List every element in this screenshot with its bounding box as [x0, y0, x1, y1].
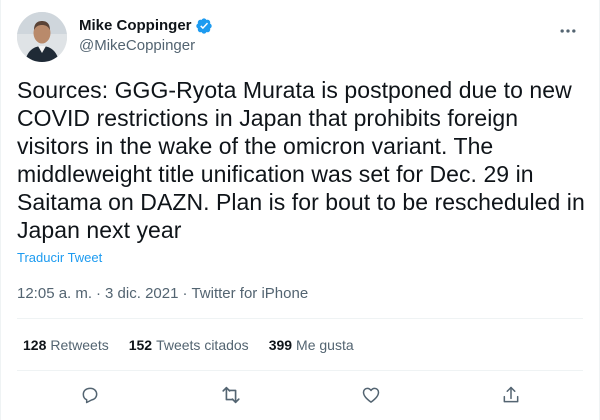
tweet-header: Mike Coppinger @MikeCoppinger [17, 12, 587, 64]
likes-stat[interactable]: 399 Me gusta [269, 335, 354, 355]
tweet-actions [1, 380, 599, 410]
tweet-meta: 12:05 a. m. · 3 dic. 2021 · Twitter for iPho… [17, 284, 308, 304]
retweets-count: 128 [23, 337, 47, 353]
likes-count: 399 [268, 337, 293, 353]
retweets-label: Retweets [50, 337, 109, 353]
meta-separator: · [182, 285, 188, 302]
divider [17, 370, 583, 371]
meta-separator: · [96, 285, 102, 302]
tweet-date[interactable]: 3 dic. 2021 [105, 285, 178, 302]
avatar[interactable] [17, 12, 67, 62]
quote-tweets-count: 152 [128, 337, 153, 353]
share-icon[interactable] [500, 384, 522, 406]
more-options-icon[interactable] [557, 20, 579, 42]
author-info: Mike Coppinger @MikeCoppinger [79, 16, 213, 56]
divider [17, 318, 583, 319]
tweet-text: Sources: GGG-Ryota Murata is postponed d… [17, 77, 585, 243]
translate-tweet-link[interactable]: Traducir Tweet [17, 250, 102, 266]
retweet-icon[interactable] [220, 384, 242, 406]
quote-tweets-stat[interactable]: 152 Tweets citados [129, 335, 249, 355]
verified-badge-icon [195, 17, 213, 35]
heart-icon[interactable] [360, 384, 382, 406]
likes-label: Me gusta [296, 337, 354, 353]
tweet-time[interactable]: 12:05 a. m. [17, 285, 92, 302]
tweet-card: Mike Coppinger @MikeCoppinger Sources: G… [0, 0, 600, 420]
reply-icon[interactable] [79, 384, 101, 406]
retweets-stat[interactable]: 128 Retweets [23, 335, 109, 355]
tweet-source[interactable]: Twitter for iPhone [191, 285, 308, 302]
tweet-stats: 128 Retweets 152 Tweets citados 399 Me g… [23, 335, 354, 355]
author-name-row[interactable]: Mike Coppinger [79, 16, 213, 36]
author-handle[interactable]: @MikeCoppinger [79, 36, 213, 56]
author-display-name[interactable]: Mike Coppinger [79, 16, 192, 36]
quote-tweets-label: Tweets citados [156, 337, 249, 353]
